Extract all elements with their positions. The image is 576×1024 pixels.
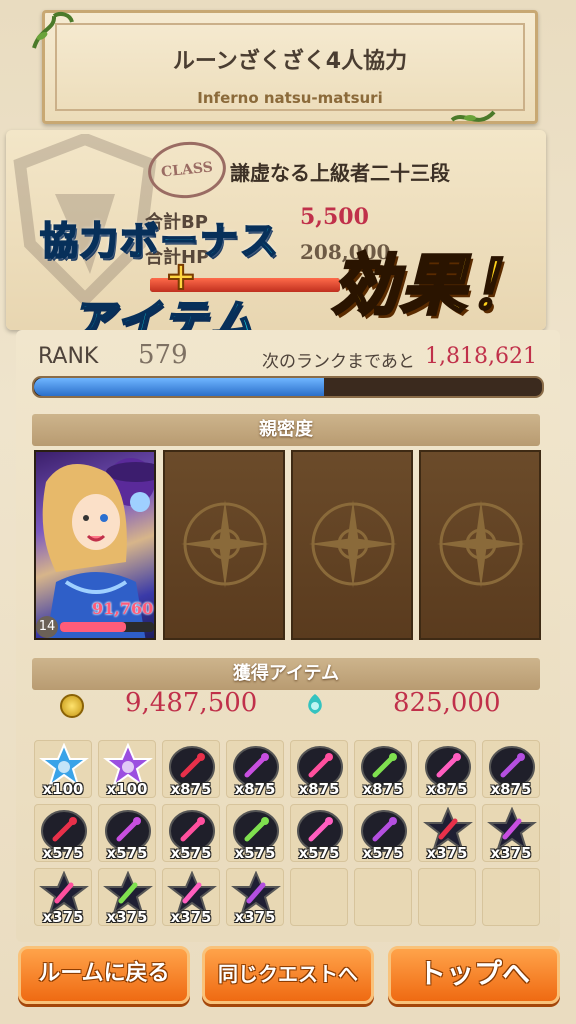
item-quantity: x375 [490, 844, 532, 862]
item-quantity: x575 [298, 844, 340, 862]
back-to-room-button[interactable]: ルームに戻る [18, 946, 190, 1004]
item-quantity: x875 [170, 780, 212, 798]
same-quest-button[interactable]: 同じクエストへ [202, 946, 374, 1004]
affinity-header: 親密度 [32, 414, 540, 446]
item-slot[interactable]: x875 [290, 740, 348, 798]
item-quantity: x575 [170, 844, 212, 862]
bp-value: 5,500 [300, 204, 369, 230]
item-slot[interactable]: x875 [418, 740, 476, 798]
gem-value: 825,000 [393, 688, 501, 718]
item-slot[interactable]: x575 [226, 804, 284, 862]
empty-card-slot [419, 450, 541, 640]
item-quantity: x375 [234, 908, 276, 926]
exp-progress-bar [32, 376, 544, 398]
class-title: 謙虚なる上級者二十三段 [230, 161, 450, 185]
item-quantity: x875 [298, 780, 340, 798]
character-affinity-bar [60, 622, 154, 632]
item-slot[interactable]: x875 [162, 740, 220, 798]
empty-card-slot [163, 450, 285, 640]
item-quantity: x575 [42, 844, 84, 862]
item-slot[interactable]: x575 [290, 804, 348, 862]
banner-coop-bonus: 協力ボーナス [39, 218, 281, 264]
item-quantity: x575 [234, 844, 276, 862]
item-quantity: x875 [234, 780, 276, 798]
item-slot[interactable]: x375 [226, 868, 284, 926]
item-slot[interactable]: x575 [354, 804, 412, 862]
item-slot[interactable]: x875 [482, 740, 540, 798]
item-quantity: x100 [42, 780, 84, 798]
item-slot[interactable]: x375 [98, 868, 156, 926]
top-button[interactable]: トップへ [388, 946, 560, 1004]
empty-item-slot [418, 868, 476, 926]
items-header: 獲得アイテム [32, 658, 540, 690]
item-quantity: x375 [426, 844, 468, 862]
item-slot[interactable]: x575 [98, 804, 156, 862]
compass-pattern-icon [437, 500, 525, 588]
character-level-badge: 14 [36, 616, 58, 638]
coin-icon [60, 694, 84, 718]
quest-name: ルーンざくざく4人協力 [172, 49, 408, 74]
empty-card-slot [291, 450, 413, 640]
item-quantity: x375 [42, 908, 84, 926]
vine-decoration-icon [32, 12, 74, 49]
item-slot[interactable]: x875 [354, 740, 412, 798]
item-slot[interactable]: x375 [34, 868, 92, 926]
item-quantity: x875 [426, 780, 468, 798]
empty-item-slot [290, 868, 348, 926]
item-slot[interactable]: x100 [34, 740, 92, 798]
coin-value: 9,487,500 [125, 688, 258, 718]
item-quantity: x375 [170, 908, 212, 926]
item-slot[interactable]: x375 [418, 804, 476, 862]
item-quantity: x100 [106, 780, 148, 798]
character-affinity-value: 91,760 [92, 599, 154, 618]
item-slot[interactable]: x575 [162, 804, 220, 862]
item-slot[interactable]: x375 [162, 868, 220, 926]
next-rank-value: 1,818,621 [425, 344, 537, 369]
empty-item-slot [354, 868, 412, 926]
item-quantity: x575 [362, 844, 404, 862]
item-slot[interactable]: x875 [226, 740, 284, 798]
item-quantity: x375 [106, 908, 148, 926]
next-rank-label: 次のランクまであと [262, 352, 415, 372]
compass-pattern-icon [309, 500, 397, 588]
spirit-gem-icon [308, 694, 322, 714]
rank-label: RANK [38, 344, 99, 369]
item-slot[interactable]: x575 [34, 804, 92, 862]
item-quantity: x875 [490, 780, 532, 798]
banner-effect: 効果！ [331, 246, 536, 326]
compass-pattern-icon [181, 500, 269, 588]
rank-value: 579 [138, 340, 188, 370]
item-quantity: x875 [362, 780, 404, 798]
item-slot[interactable]: x100 [98, 740, 156, 798]
item-quantity: x575 [106, 844, 148, 862]
empty-item-slot [482, 868, 540, 926]
item-slot[interactable]: x375 [482, 804, 540, 862]
